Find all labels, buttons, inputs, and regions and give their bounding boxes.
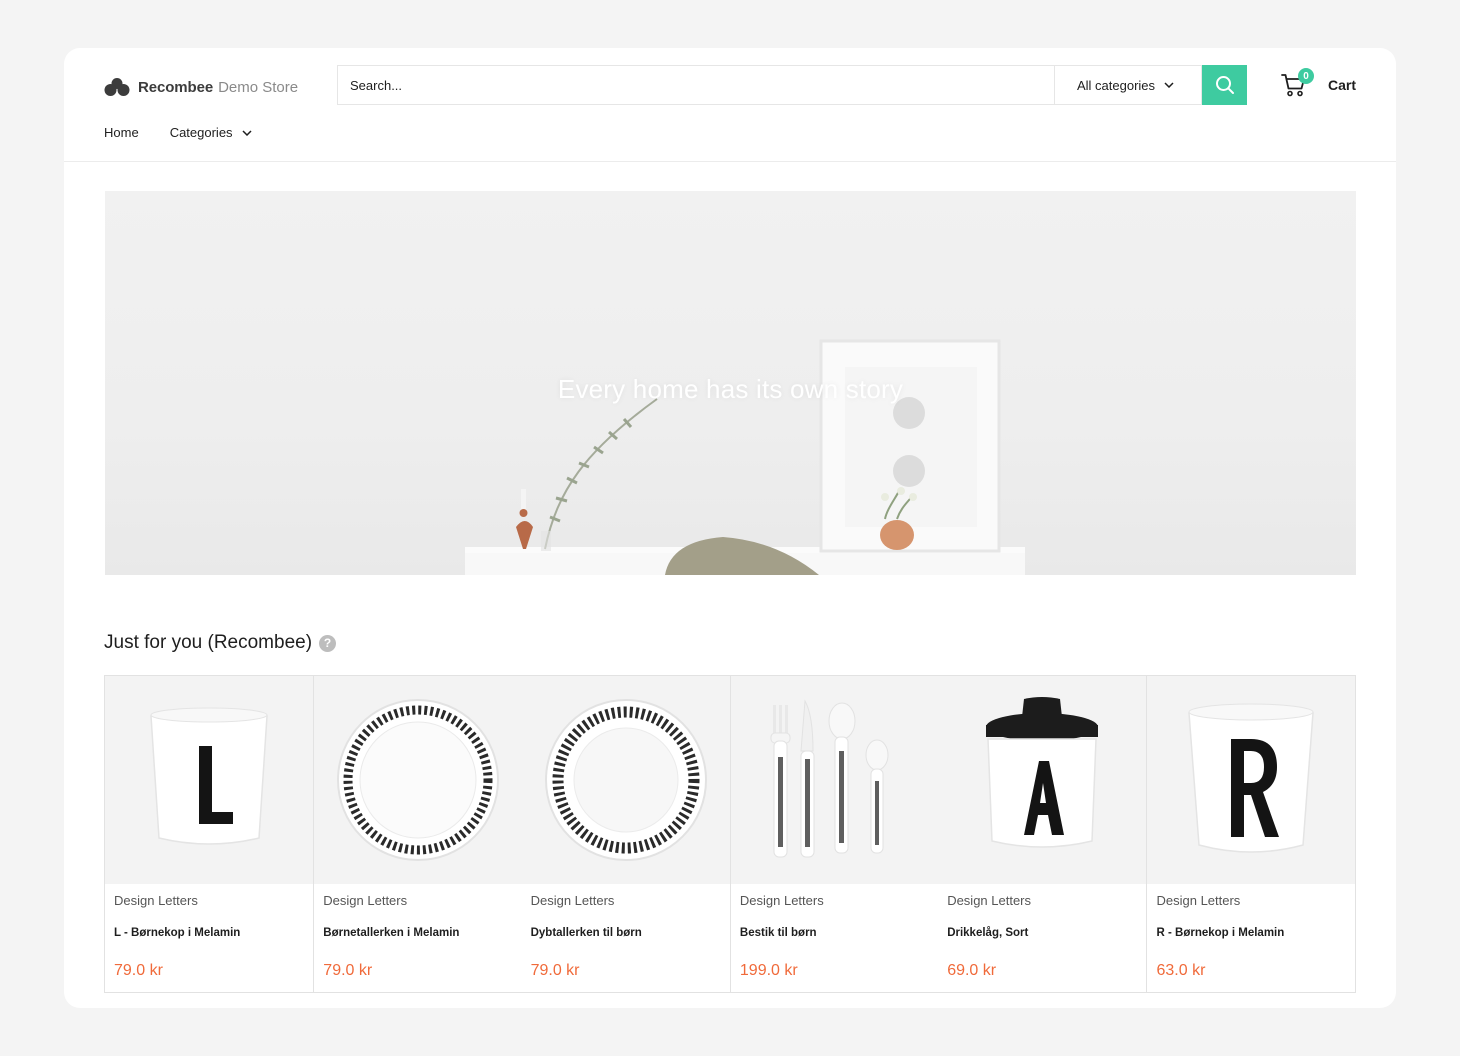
recommendations-heading: Just for you (Recombee) ? [104,632,337,654]
product-card[interactable]: Design Letters Drikkelåg, Sort 69.0 kr [938,676,1147,992]
brand-suffix: Demo Store [218,78,299,96]
alphabet-plate-icon [336,699,499,861]
cart-icon-wrap: 0 [1281,68,1314,98]
search-icon [1215,76,1234,94]
product-brand: Design Letters [114,893,198,908]
product-brand: Design Letters [323,893,408,908]
recommendations-title: Just for you (Recombee) [104,632,313,653]
store-window: Recombee Demo Store All categories 0 [64,48,1396,1008]
product-price: 79.0 kr [114,962,163,979]
alphabet-bowl-icon [544,699,707,861]
main-nav: Home Categories [104,125,252,140]
category-select-value: All categories [1077,77,1156,93]
product-brand: Design Letters [739,893,824,908]
cart-button[interactable]: 0 Cart [1281,68,1357,100]
cart-count-badge: 0 [1298,68,1314,84]
cup-letter-r-icon [1188,703,1314,853]
cutlery-set-icon [770,699,889,858]
search-input[interactable] [337,65,1054,105]
store-logo[interactable]: Recombee Demo Store [104,76,298,98]
hero-banner[interactable]: Every home has its own story [105,191,1356,575]
product-price: 63.0 kr [1156,962,1206,979]
hero-title: Every home has its own story [557,374,904,404]
product-brand: Design Letters [530,893,615,908]
product-image [730,676,939,884]
product-name[interactable]: R - Børnekop i Melamin [1156,927,1284,939]
cup-letter-a-with-lid-icon [986,697,1099,848]
product-price: 79.0 kr [530,962,580,979]
product-grid: Design Letters L - Børnekop i Melamin 79… [104,675,1356,993]
nav-categories-label: Categories [169,125,233,140]
category-select[interactable]: All categories [1054,65,1202,105]
search-button[interactable] [1202,65,1247,105]
recombee-logo-icon [104,78,130,96]
product-image [521,676,730,884]
product-card[interactable]: Design Letters Børnetallerken i Melamin … [313,676,522,992]
product-image [938,676,1147,884]
product-brand: Design Letters [947,893,1032,908]
product-price: 69.0 kr [947,962,997,979]
product-card[interactable]: Design Letters R - Børnekop i Melamin 63… [1146,676,1355,992]
product-name[interactable]: Børnetallerken i Melamin [323,927,459,939]
search-bar: All categories [337,65,1247,105]
product-name[interactable]: Drikkelåg, Sort [947,927,1028,939]
product-card[interactable]: Design Letters L - Børnekop i Melamin 79… [105,676,314,992]
product-name[interactable]: Bestik til børn [740,927,817,939]
product-card[interactable]: Design Letters Bestik til børn 199.0 kr [729,676,939,992]
product-brand: Design Letters [1156,893,1241,908]
product-price: 79.0 kr [323,962,373,979]
chevron-down-icon [242,129,252,136]
product-price: 199.0 kr [739,962,798,979]
cart-label: Cart [1328,77,1357,93]
cup-letter-l-icon [150,707,268,845]
nav-home[interactable]: Home [104,125,139,140]
product-image [1147,676,1355,884]
product-image [314,676,522,884]
brand-name: Recombee [138,78,214,96]
product-name[interactable]: Dybtallerken til børn [531,927,642,939]
product-image [105,676,314,884]
help-icon[interactable]: ? [319,634,337,652]
chevron-down-icon [1164,82,1174,88]
header-divider [64,161,1396,162]
nav-categories[interactable]: Categories [170,125,252,140]
product-name[interactable]: L - Børnekop i Melamin [114,927,240,939]
product-card[interactable]: Design Letters Dybtallerken til børn 79.… [521,676,730,992]
